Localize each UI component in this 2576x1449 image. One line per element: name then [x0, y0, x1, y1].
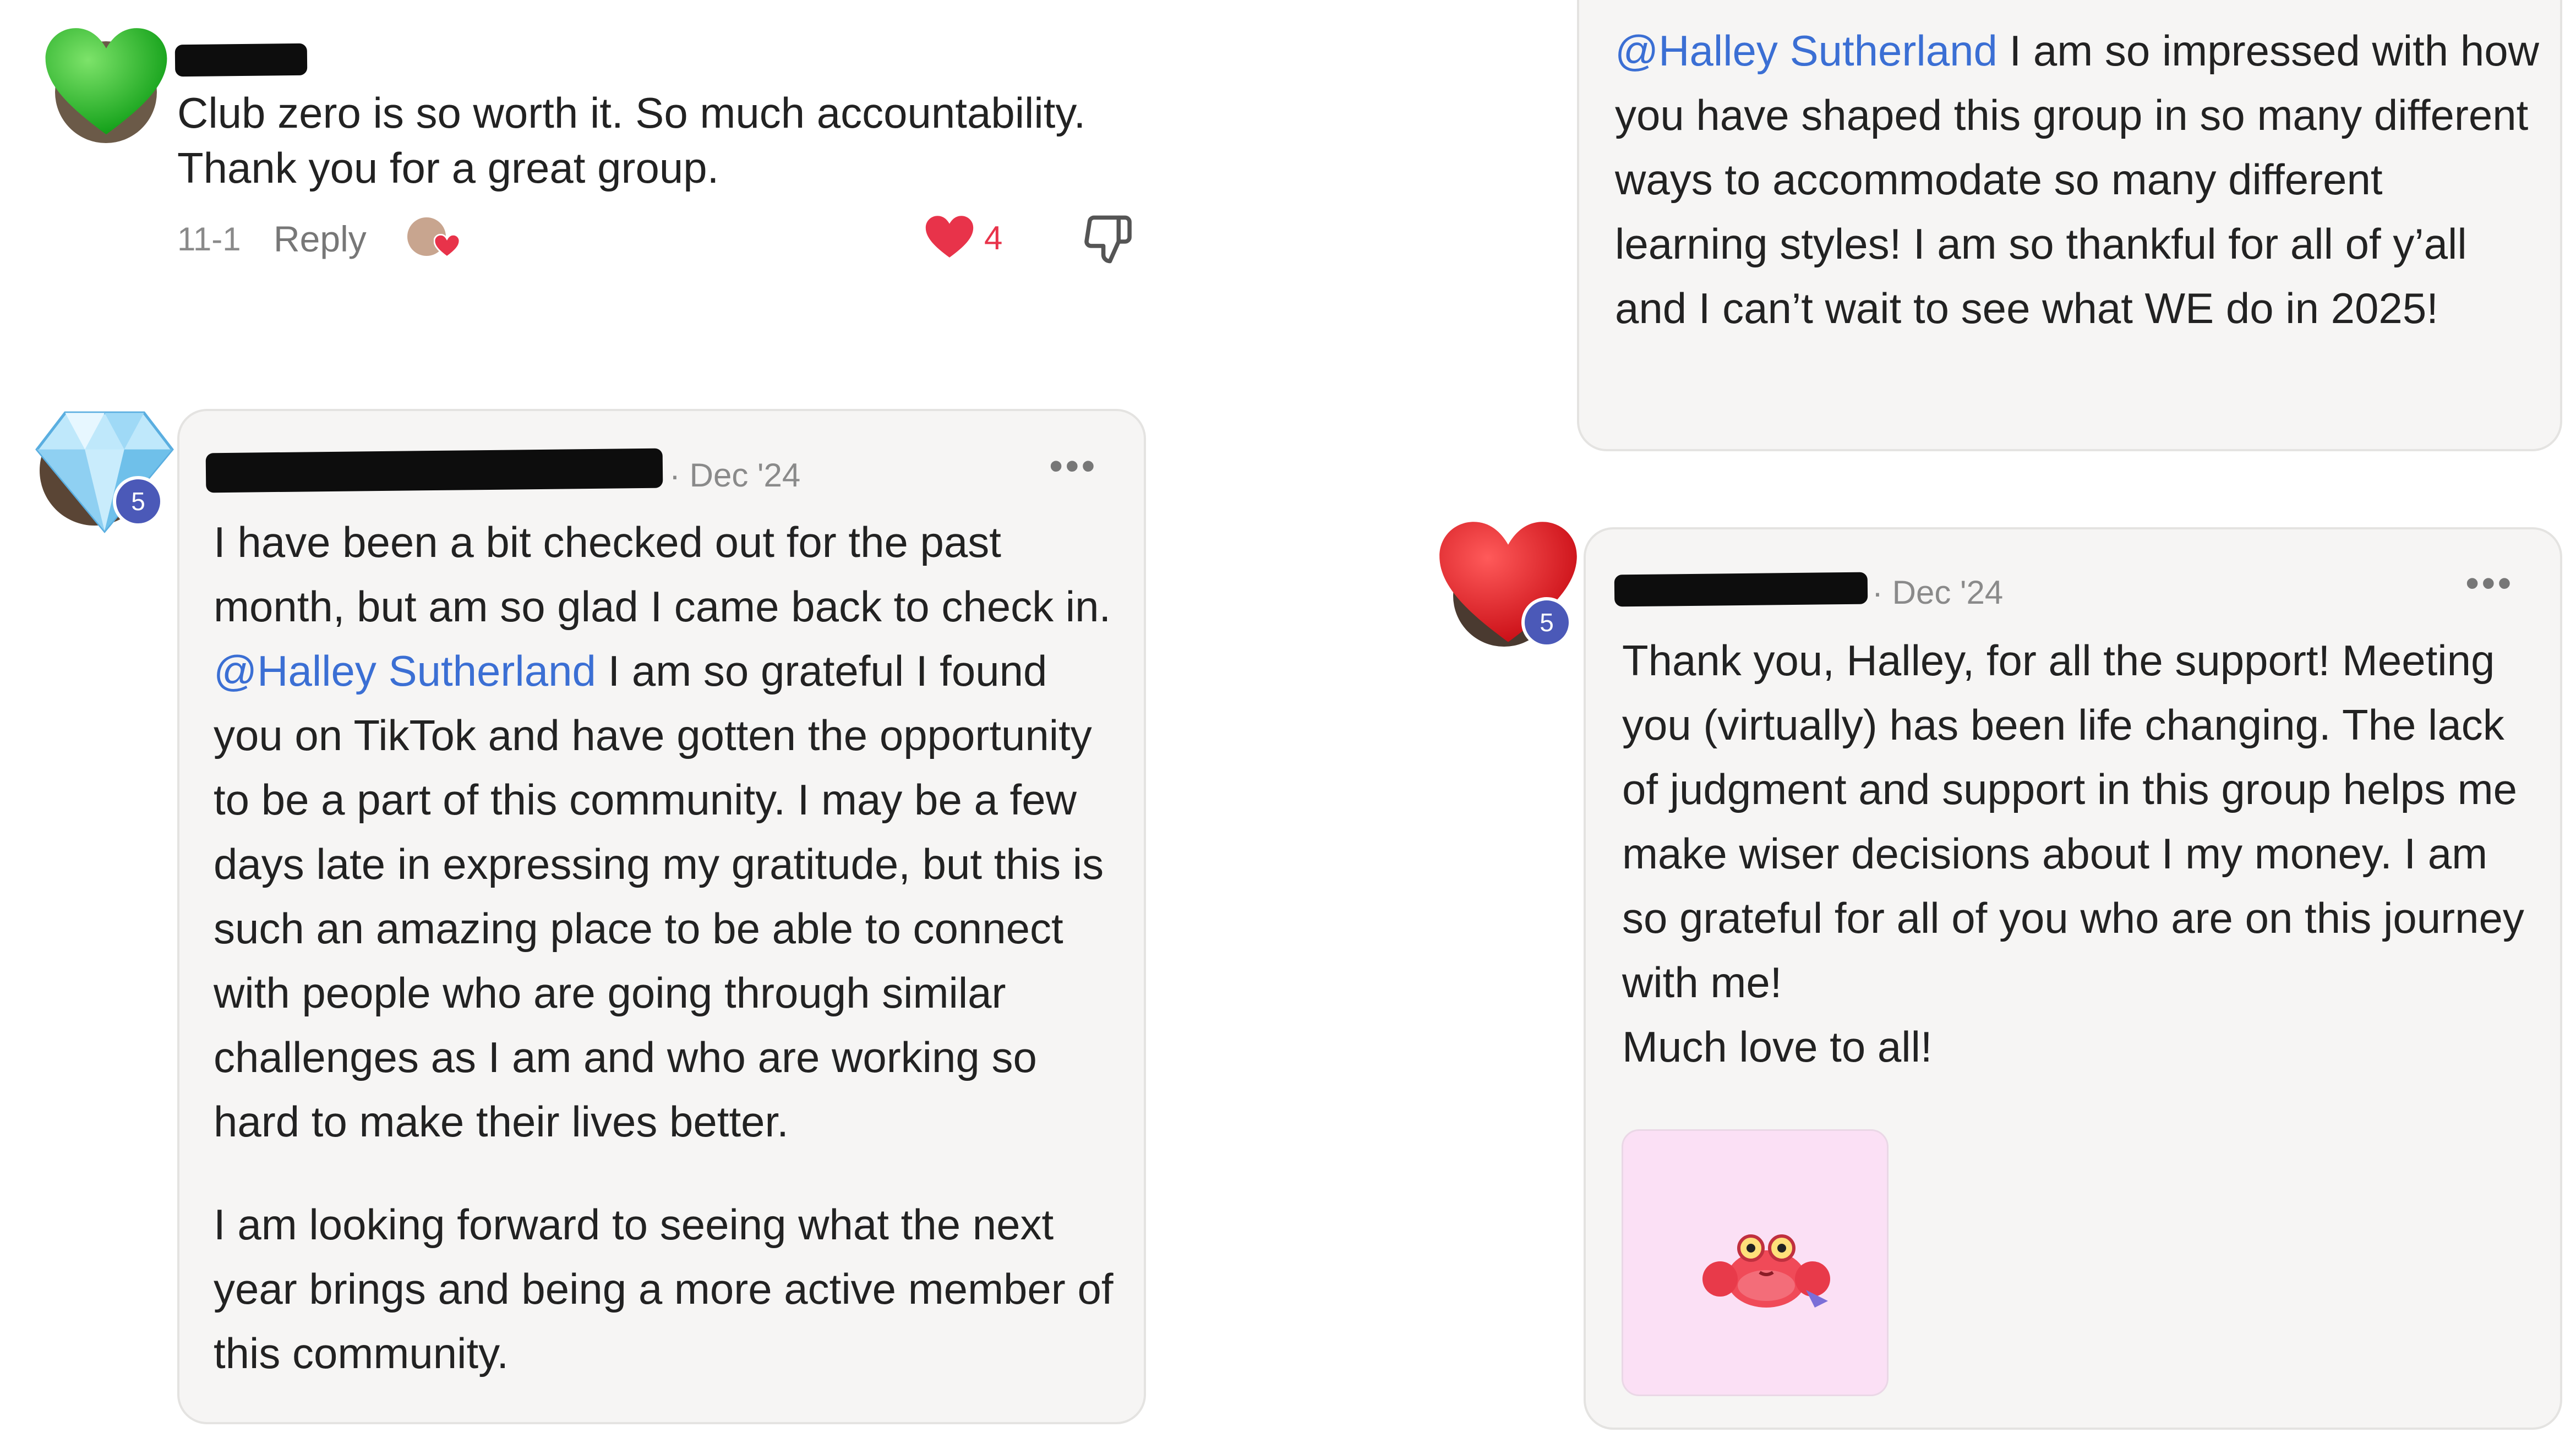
comment-date: · Dec '24	[669, 457, 801, 494]
green-heart-icon	[45, 28, 167, 135]
mention-link[interactable]: @Halley Sutherland	[1615, 26, 1998, 75]
comment-date: · Dec '24	[1872, 574, 2004, 611]
comment-text: Club zero is so worth it. So much accoun…	[177, 89, 1086, 192]
comment-signoff: Much love to all!	[1622, 1022, 1933, 1071]
comment-date: 11-1	[177, 221, 241, 258]
comment-bubble: · Dec '24 ••• Thank you, Halley, for all…	[1584, 527, 2562, 1430]
reply-button[interactable]: Reply	[274, 218, 367, 260]
more-icon[interactable]: •••	[2465, 564, 2514, 603]
rank-badge: 5	[113, 476, 163, 527]
comment-text: Thank you, Halley, for all the support! …	[1622, 636, 2524, 1007]
thumbs-down-icon[interactable]	[1082, 212, 1134, 267]
paragraph-1b: I am so grateful I found you on TikTok a…	[214, 647, 1104, 1146]
more-icon[interactable]: •••	[1049, 446, 1098, 486]
heart-icon	[434, 234, 460, 258]
crab-sticker[interactable]	[1622, 1129, 1889, 1396]
crab-icon	[1702, 1234, 1830, 1308]
comment-text: I have been a bit checked out for the pa…	[214, 510, 1127, 1154]
paragraph-1a: I have been a bit checked out for the pa…	[214, 518, 1111, 631]
rank-badge: 5	[1521, 597, 1572, 648]
redacted-username	[1614, 572, 1868, 607]
mention-link[interactable]: @Halley Sutherland	[214, 647, 596, 695]
like-count: 4	[984, 220, 1003, 256]
redacted-username	[174, 43, 308, 77]
comment-text: @Halley Sutherland I am so impressed wit…	[1615, 19, 2540, 341]
comment-text-2: I am looking forward to seeing what the …	[214, 1200, 1114, 1377]
redacted-username	[205, 448, 663, 493]
like-button[interactable]	[925, 215, 974, 260]
comment-bubble: · Dec '24 ••• I have been a bit checked …	[177, 409, 1146, 1424]
comment-right-top: @Halley Sutherland I am so impressed wit…	[1577, 0, 2562, 451]
